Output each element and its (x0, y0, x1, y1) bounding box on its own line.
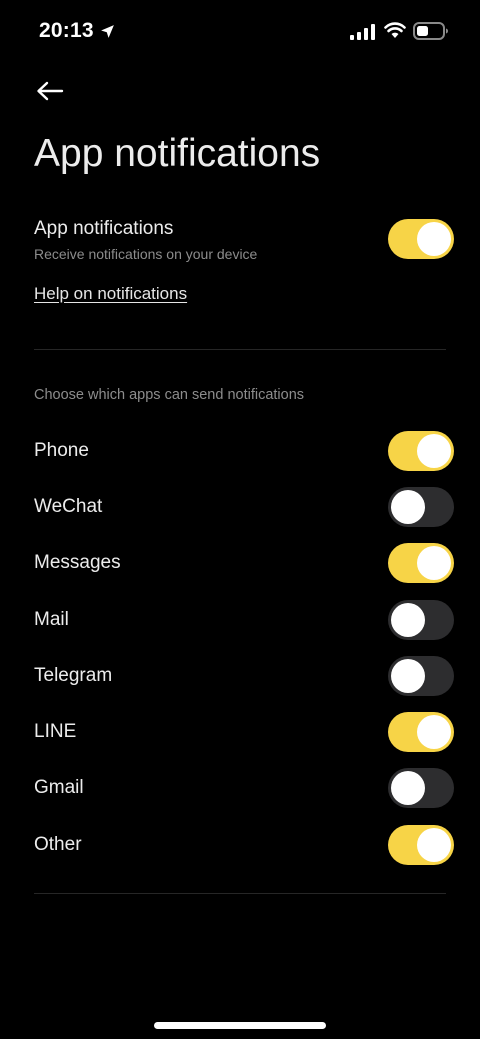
wifi-icon (384, 22, 406, 38)
section-label: Choose which apps can send notifications (34, 387, 305, 403)
toggle-knob (417, 828, 451, 862)
app-row-other: Other (34, 825, 454, 865)
app-label: Phone (34, 440, 89, 461)
wechat-notifications-toggle[interactable] (388, 487, 454, 527)
battery-icon (413, 22, 448, 40)
home-indicator[interactable] (154, 1022, 326, 1029)
app-row-telegram: Telegram (34, 656, 454, 696)
status-bar: 20:13 (0, 0, 480, 62)
master-notifications-title: App notifications (34, 218, 174, 239)
other-notifications-toggle[interactable] (388, 825, 454, 865)
toggle-knob (391, 603, 425, 637)
mail-notifications-toggle[interactable] (388, 600, 454, 640)
location-arrow-icon (100, 24, 114, 38)
divider (34, 349, 446, 350)
app-label: WeChat (34, 496, 103, 517)
messages-notifications-toggle[interactable] (388, 543, 454, 583)
toggle-knob (417, 222, 451, 256)
status-time: 20:13 (39, 19, 116, 43)
app-label: Mail (34, 609, 69, 630)
toggle-knob (417, 434, 451, 468)
master-notifications-row: App notifications Receive notifications … (34, 216, 454, 268)
page-title: App notifications (34, 132, 321, 175)
toggle-knob (417, 715, 451, 749)
status-time-text: 20:13 (39, 19, 94, 42)
back-arrow-icon[interactable] (34, 78, 66, 104)
cellular-signal-icon (350, 24, 375, 40)
gmail-notifications-toggle[interactable] (388, 768, 454, 808)
app-label: Other (34, 834, 82, 855)
app-row-line: LINE (34, 712, 454, 752)
toggle-knob (391, 659, 425, 693)
divider (34, 893, 446, 894)
toggle-knob (391, 490, 425, 524)
app-label: Messages (34, 552, 121, 573)
app-row-wechat: WeChat (34, 487, 454, 527)
app-label: LINE (34, 721, 77, 742)
phone-notifications-toggle[interactable] (388, 431, 454, 471)
app-row-gmail: Gmail (34, 768, 454, 808)
master-notifications-toggle[interactable] (388, 219, 454, 259)
app-row-phone: Phone (34, 431, 454, 471)
toggle-knob (391, 771, 425, 805)
line-notifications-toggle[interactable] (388, 712, 454, 752)
master-notifications-subtitle: Receive notifications on your device (34, 246, 258, 262)
app-label: Telegram (34, 665, 113, 686)
toggle-knob (417, 546, 451, 580)
app-row-mail: Mail (34, 600, 454, 640)
telegram-notifications-toggle[interactable] (388, 656, 454, 696)
help-on-notifications-link[interactable]: Help on notifications (34, 284, 187, 304)
app-label: Gmail (34, 777, 84, 798)
app-row-messages: Messages (34, 543, 454, 583)
